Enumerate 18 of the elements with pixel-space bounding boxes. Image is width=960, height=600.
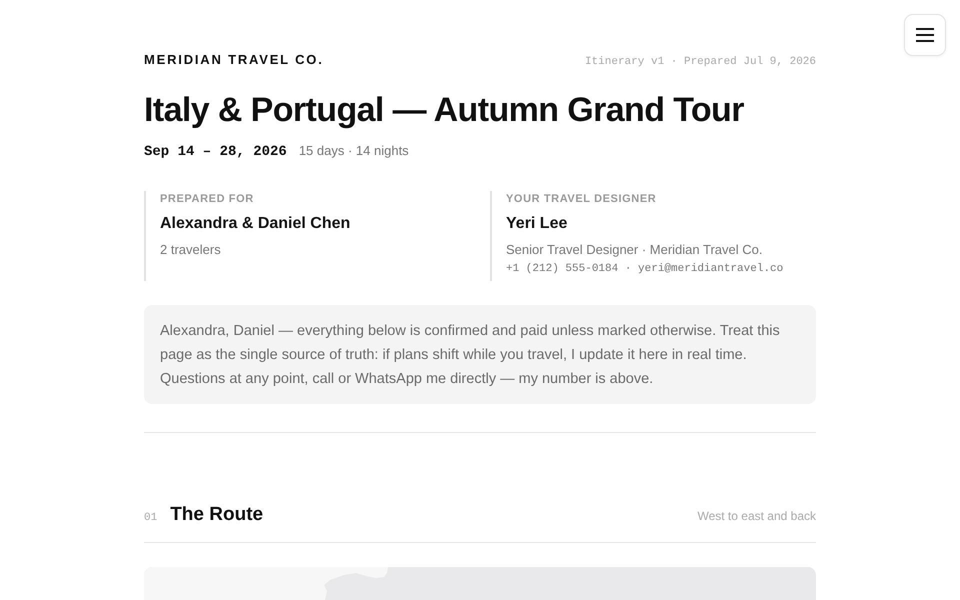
trip-dates: Sep 14 – 28, 2026 — [144, 144, 287, 160]
card-name: Yeri Lee — [506, 215, 568, 233]
welcome-note: Alexandra, Daniel — everything below is confirmed and paid unless marked otherwise. Treat this page as the single source of truth: if plans shift while you travel, I update it here in real time. Questions at any point, call or WhatsApp me directly — my number is above. — [144, 305, 816, 404]
trip-duration: 15 days · 14 nights — [298, 143, 409, 158]
card-name: Alexandra & Daniel Chen — [160, 215, 352, 233]
itinerary-meta: Itinerary v1 · Prepared Jul 9, 2026 — [584, 56, 816, 68]
brand-name: MERIDIAN TRAVEL CO. — [144, 52, 324, 67]
card-label: YOUR TRAVEL DESIGNER — [506, 193, 658, 205]
menu-button[interactable] — [904, 14, 946, 56]
card-subtitle: 2 travelers — [160, 242, 222, 257]
section-subtitle: West to east and back — [697, 509, 816, 523]
contact-details: +1 (212) 555-0184 · yeri@meridiantravel.co — [506, 263, 784, 275]
section-title: The Route — [170, 504, 264, 526]
card-label: PREPARED FOR — [160, 193, 255, 205]
card-subtitle: Senior Travel Designer · Meridian Travel Co. — [506, 242, 764, 257]
section-number: 01 — [144, 512, 158, 524]
trip-title: Italy & Portugal — Autumn Grand Tour — [144, 90, 745, 130]
menu-icon — [916, 28, 934, 42]
